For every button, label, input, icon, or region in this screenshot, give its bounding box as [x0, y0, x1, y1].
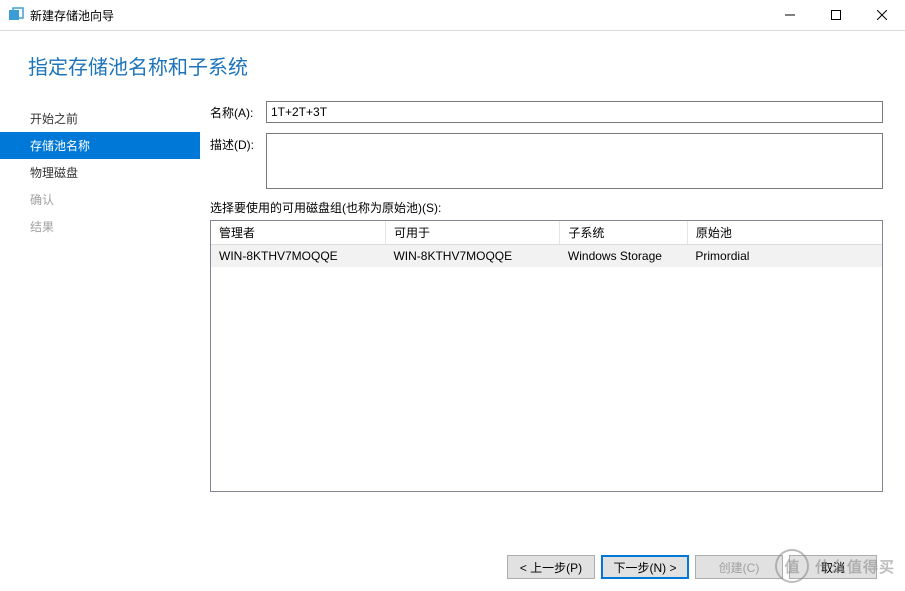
disk-group-label: 选择要使用的可用磁盘组(也称为原始池)(S):: [210, 199, 883, 216]
wizard-step-2[interactable]: 物理磁盘: [0, 159, 200, 186]
wizard-header: 指定存储池名称和子系统: [0, 31, 905, 91]
wizard-step-3: 确认: [0, 186, 200, 213]
column-header[interactable]: 可用于: [385, 221, 559, 245]
cell-manager: WIN-8KTHV7MOQQE: [211, 245, 385, 268]
cell-available: WIN-8KTHV7MOQQE: [385, 245, 559, 268]
prev-button[interactable]: < 上一步(P): [507, 555, 595, 579]
description-input[interactable]: [266, 133, 883, 189]
column-header[interactable]: 子系统: [560, 221, 687, 245]
wizard-main: 名称(A): 描述(D): 选择要使用的可用磁盘组(也称为原始池)(S): 管理…: [200, 91, 905, 529]
wizard-step-0[interactable]: 开始之前: [0, 105, 200, 132]
table-row[interactable]: WIN-8KTHV7MOQQEWIN-8KTHV7MOQQEWindows St…: [211, 245, 882, 268]
minimize-button[interactable]: [767, 0, 813, 30]
column-header[interactable]: 管理者: [211, 221, 385, 245]
disk-group-grid[interactable]: 管理者可用于子系统原始池 WIN-8KTHV7MOQQEWIN-8KTHV7MO…: [210, 220, 883, 492]
cancel-button[interactable]: 取消: [789, 555, 877, 579]
column-header[interactable]: 原始池: [687, 221, 882, 245]
name-label: 名称(A):: [210, 101, 266, 123]
page-title: 指定存储池名称和子系统: [28, 51, 905, 80]
wizard-sidebar: 开始之前存储池名称物理磁盘确认结果: [0, 91, 200, 529]
next-button[interactable]: 下一步(N) >: [601, 555, 689, 579]
wizard-footer: < 上一步(P) 下一步(N) > 创建(C) 取消: [507, 555, 877, 579]
description-label: 描述(D):: [210, 133, 266, 189]
close-button[interactable]: [859, 0, 905, 30]
cell-subsystem: Windows Storage: [560, 245, 687, 268]
maximize-button[interactable]: [813, 0, 859, 30]
wizard-step-1[interactable]: 存储池名称: [0, 132, 200, 159]
app-icon: [8, 7, 24, 23]
cell-pool: Primordial: [687, 245, 882, 268]
create-button: 创建(C): [695, 555, 783, 579]
titlebar: 新建存储池向导: [0, 0, 905, 30]
window-title: 新建存储池向导: [30, 7, 114, 24]
wizard-step-4: 结果: [0, 213, 200, 240]
name-input[interactable]: [266, 101, 883, 123]
